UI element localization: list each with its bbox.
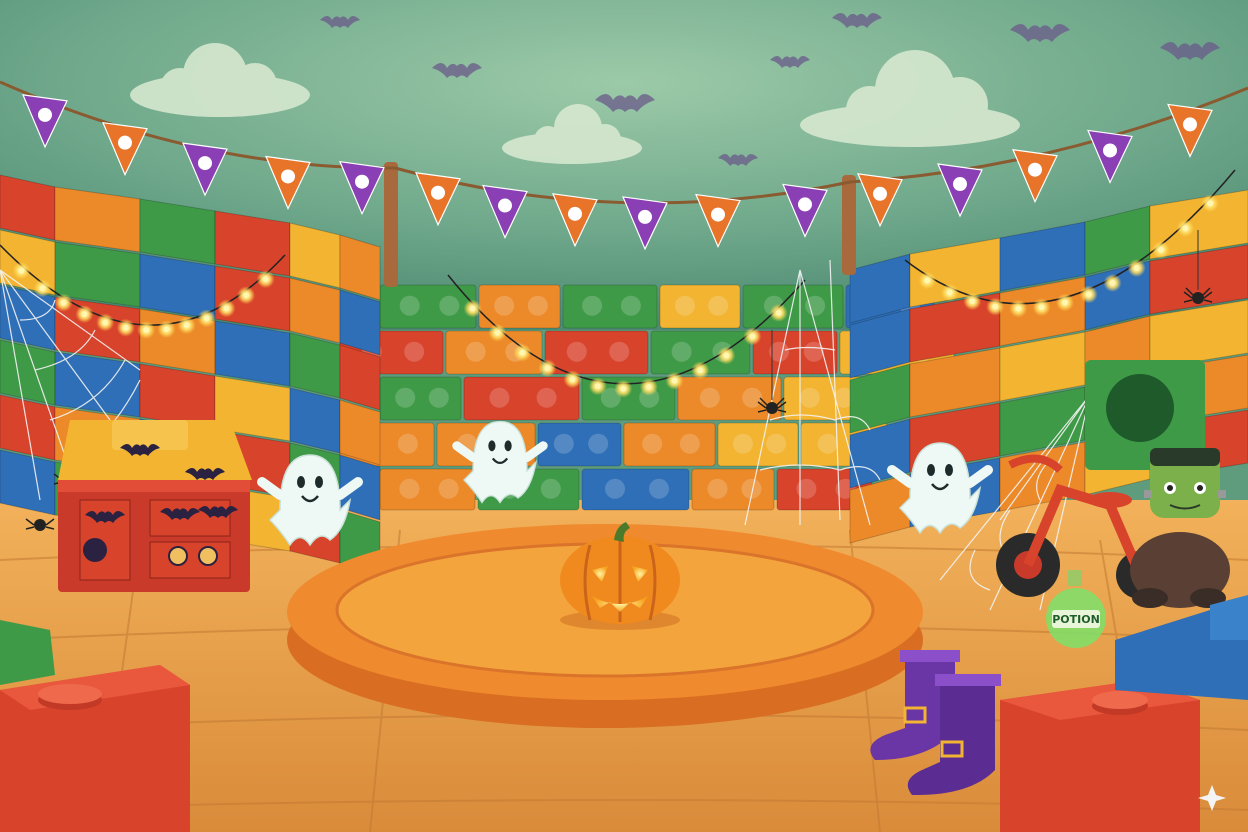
- brick: [379, 468, 476, 511]
- cat-sticker: [83, 538, 107, 562]
- brick: [0, 449, 56, 516]
- light-bulb: [513, 343, 532, 362]
- light-bulb: [940, 283, 959, 302]
- potion-label: POTION: [1052, 613, 1100, 626]
- brick: [289, 277, 341, 344]
- brick-red-right: [1000, 680, 1200, 832]
- brick: [752, 330, 838, 375]
- sticker: [168, 546, 188, 566]
- light-bulb: [1056, 293, 1074, 312]
- light-bulb: [75, 305, 94, 324]
- brick: [339, 399, 381, 466]
- brick: [463, 376, 580, 421]
- light-bulb: [1151, 240, 1170, 259]
- scene-canvas: POTION: [0, 0, 1248, 832]
- light-bulb: [54, 293, 73, 312]
- brick: [544, 330, 649, 375]
- brick: [289, 222, 341, 289]
- post: [384, 162, 398, 287]
- brick: [339, 234, 381, 301]
- light-bulb: [96, 313, 115, 332]
- light-bulb: [12, 261, 31, 280]
- toy-chest[interactable]: [58, 420, 252, 592]
- brick: [659, 284, 741, 329]
- light-bulb: [563, 370, 582, 389]
- brick: [139, 253, 216, 320]
- light-bulb: [717, 346, 736, 365]
- light-bulb: [217, 299, 236, 318]
- brick: [289, 332, 341, 399]
- light-bulb: [116, 318, 135, 337]
- light-bulb: [614, 379, 633, 398]
- brick: [139, 363, 216, 430]
- brick: [214, 320, 291, 387]
- light-bulb: [177, 316, 196, 335]
- light-bulb: [691, 361, 710, 380]
- light-bulb: [1009, 299, 1028, 318]
- brick: [562, 284, 658, 329]
- light-bulb: [463, 299, 482, 318]
- post: [842, 175, 856, 275]
- light-bulb: [488, 323, 507, 342]
- brick: [339, 344, 381, 411]
- light-bulb: [743, 327, 762, 346]
- light-bulb: [963, 292, 982, 311]
- brick: [139, 198, 216, 265]
- brick: [214, 210, 291, 277]
- light-bulb: [769, 303, 788, 322]
- brick: [0, 174, 56, 241]
- light-bulb: [665, 371, 684, 390]
- brick: [289, 387, 341, 454]
- light-bulb: [1103, 273, 1122, 292]
- light-bulb: [1176, 219, 1195, 238]
- light-bulb: [986, 297, 1005, 316]
- light-bulb: [137, 321, 156, 339]
- brick: [339, 289, 381, 356]
- brick-green-left: [0, 620, 55, 685]
- brick: [54, 186, 141, 253]
- light-bulb: [33, 279, 52, 298]
- light-bulb: [157, 320, 176, 339]
- brick: [742, 284, 844, 329]
- light-bulb: [256, 270, 275, 289]
- light-bulb: [1201, 194, 1220, 213]
- light-bulb: [197, 309, 216, 328]
- brick: [717, 422, 799, 467]
- brick: [623, 422, 716, 467]
- light-bulb: [918, 271, 937, 290]
- light-bulb: [639, 377, 658, 396]
- brick: [537, 422, 622, 467]
- light-bulb: [1127, 259, 1146, 278]
- light-bulb: [237, 286, 256, 305]
- game-scene: POTION: [0, 0, 1248, 832]
- sticker: [198, 546, 218, 566]
- brick: [691, 468, 775, 511]
- brick: [379, 376, 462, 421]
- light-bulb: [538, 359, 557, 378]
- light-bulb: [588, 377, 607, 396]
- brick: [581, 468, 690, 511]
- light-bulb: [1079, 285, 1098, 304]
- light-bulb: [1032, 298, 1051, 317]
- brick: [677, 376, 782, 421]
- brick-red-left: [0, 665, 190, 832]
